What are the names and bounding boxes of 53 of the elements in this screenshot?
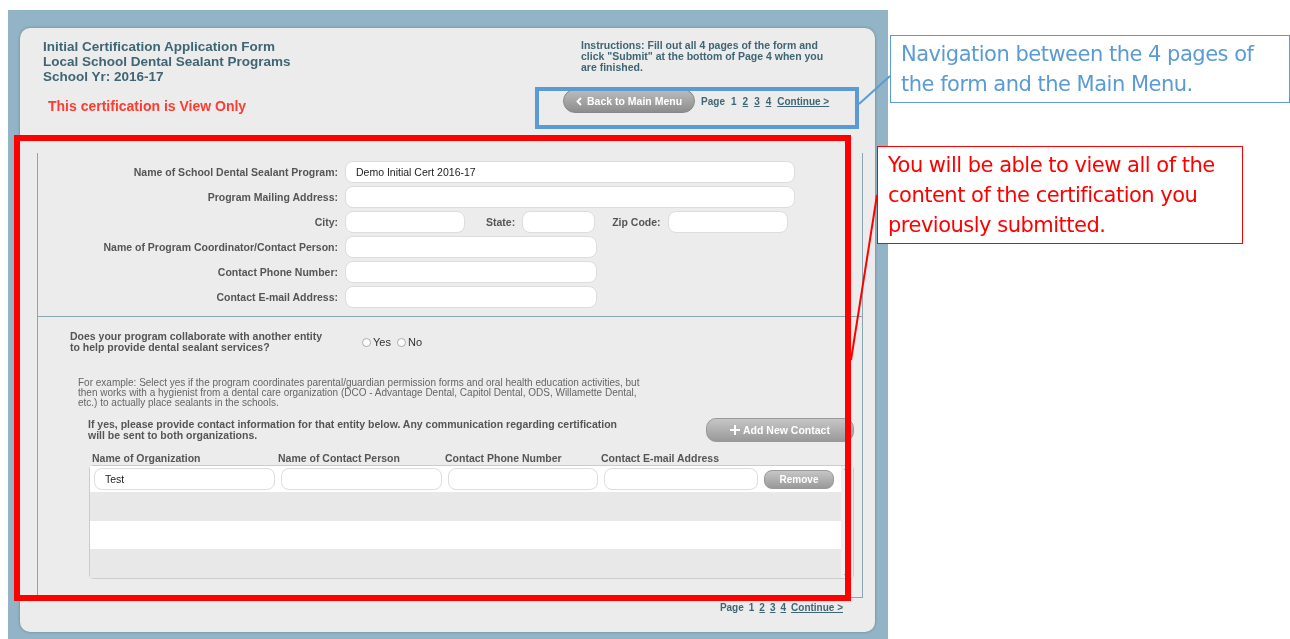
field-label: State: bbox=[486, 216, 516, 228]
field-label: Zip Code: bbox=[612, 216, 661, 228]
text-field[interactable] bbox=[345, 211, 465, 233]
page-link[interactable]: 2 bbox=[742, 95, 749, 107]
radio-label: No bbox=[407, 336, 422, 348]
text-field[interactable] bbox=[667, 211, 788, 233]
navigation-callout: Navigation between the 4 pages of the form and the Main Menu. bbox=[890, 35, 1290, 103]
page-link[interactable]: 1 bbox=[731, 95, 737, 107]
content-callout: You will be able to view all of the content of the certification you previously submitted. bbox=[877, 146, 1243, 244]
view-only-notice: This certification is View Only bbox=[48, 98, 248, 114]
radio-button[interactable] bbox=[362, 337, 371, 347]
field-label: City: bbox=[313, 216, 338, 228]
text-field[interactable] bbox=[604, 468, 758, 490]
form-title: Initial Certification Application Form bbox=[43, 39, 276, 54]
radio-label: Yes bbox=[373, 336, 391, 348]
page-link[interactable]: 3 bbox=[769, 602, 776, 613]
text-field[interactable] bbox=[345, 236, 597, 258]
continue-link[interactable]: Continue > bbox=[791, 602, 843, 613]
contact-note: If yes, please provide contact information for that entity below. Any communication regarding certification will be sent to both organizations. bbox=[88, 419, 618, 441]
continue-link[interactable]: Continue > bbox=[777, 95, 830, 107]
column-header: Name of Contact Person bbox=[278, 452, 401, 464]
field-label: Contact E-mail Address: bbox=[215, 291, 338, 303]
plus-icon bbox=[730, 425, 741, 435]
page-label: Page bbox=[701, 95, 725, 107]
text-field[interactable]: Test bbox=[94, 468, 275, 490]
text-field[interactable] bbox=[345, 286, 597, 308]
text-field[interactable] bbox=[345, 186, 795, 208]
collaboration-question: Does your program collaborate with another entity to help provide dental sealant services? bbox=[70, 331, 324, 353]
instructions-text: Instructions: Fill out all 4 pages of the form and click "Submit" at the bottom of Page 4 when you are finished. bbox=[581, 40, 825, 73]
field-label: Program Mailing Address: bbox=[206, 191, 338, 203]
field-label: Name of Program Coordinator/Contact Person: bbox=[102, 241, 338, 253]
field-label: Name of School Dental Sealant Program: bbox=[132, 166, 338, 178]
page-label: Page bbox=[719, 602, 744, 613]
text-field[interactable] bbox=[345, 261, 597, 283]
leader-line bbox=[858, 75, 891, 105]
page-link[interactable]: 1 bbox=[748, 602, 755, 613]
page-link[interactable]: 4 bbox=[780, 602, 787, 613]
radio-button[interactable] bbox=[396, 337, 406, 347]
text-field[interactable]: Demo Initial Cert 2016-17 bbox=[345, 161, 795, 183]
column-header: Contact Phone Number bbox=[445, 452, 563, 464]
field-label: Contact Phone Number: bbox=[216, 266, 338, 278]
text-field[interactable] bbox=[281, 468, 442, 490]
example-text: For example: Select yes if the program coordinates parental/guardian permission forms and oral health education activities, but then works with a hygienist from a dental care organization (DCO - Advantage Dental, Capitol Dental, ODS, Willamette Dental, etc.) to actually place sealants in the schools. bbox=[78, 378, 641, 408]
form-title: Local School Dental Sealant Programs bbox=[43, 54, 291, 69]
page-link[interactable]: 4 bbox=[765, 95, 772, 107]
column-header: Name of Organization bbox=[92, 452, 202, 464]
text-field[interactable] bbox=[448, 468, 598, 490]
page-link[interactable]: 2 bbox=[759, 602, 765, 613]
column-header: Contact E-mail Address bbox=[601, 452, 721, 464]
text-field[interactable] bbox=[522, 211, 596, 233]
form-title: School Yr: 2016-17 bbox=[43, 69, 165, 84]
page-link[interactable]: 3 bbox=[754, 95, 760, 107]
chevron-left-icon bbox=[576, 96, 582, 106]
